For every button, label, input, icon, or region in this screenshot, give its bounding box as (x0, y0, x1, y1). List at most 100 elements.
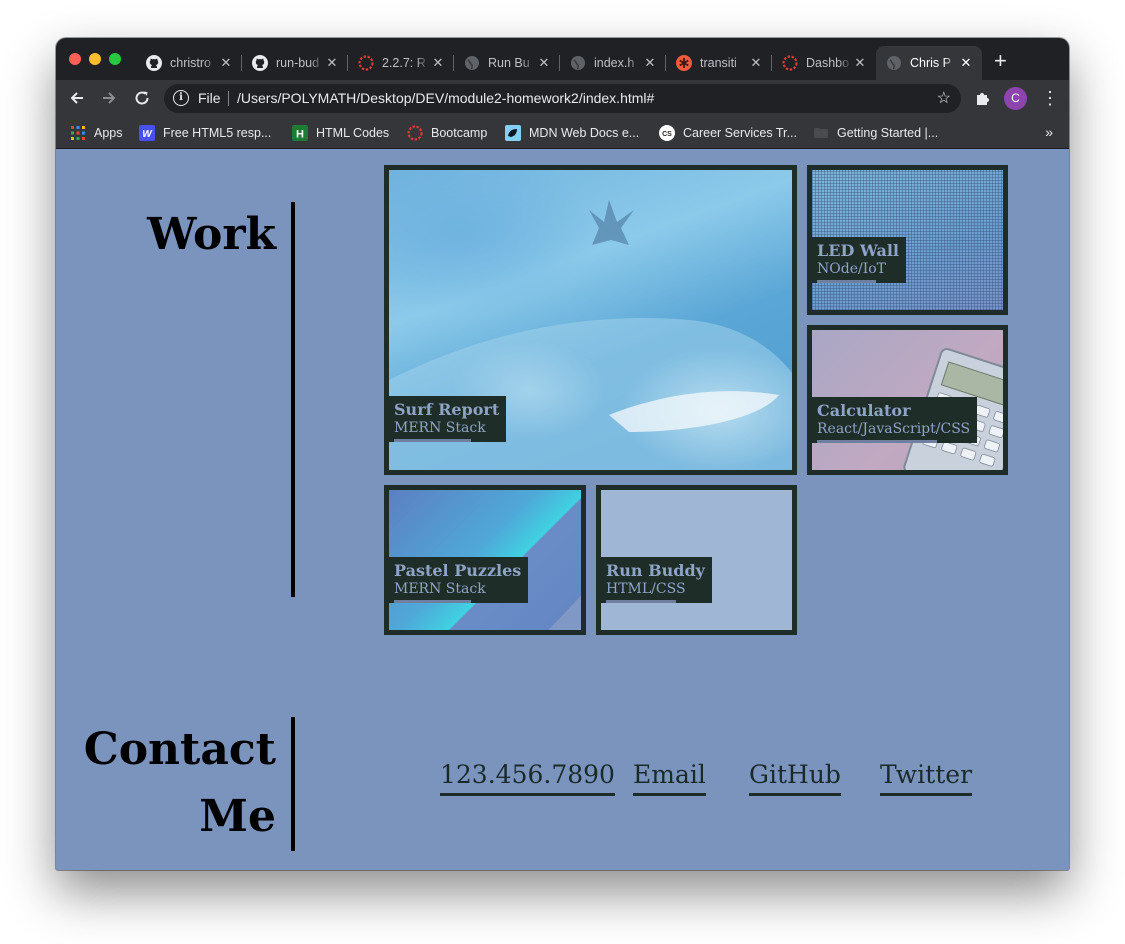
bookmark-label: Free HTML5 resp... (163, 126, 272, 140)
tab-title: christro (170, 56, 211, 70)
project-caption: LED Wall NOde/IoT (812, 237, 906, 283)
browser-tab[interactable]: christro ✕ (136, 46, 242, 80)
close-tab-icon[interactable]: ✕ (748, 55, 764, 71)
close-tab-icon[interactable]: ✕ (536, 55, 552, 71)
minimize-window-button[interactable] (89, 53, 101, 65)
new-tab-button[interactable]: + (994, 50, 1007, 72)
browser-tab[interactable]: Run Bu ✕ (454, 46, 560, 80)
site-info-icon[interactable]: i (173, 90, 189, 106)
cs-icon: CS (659, 125, 675, 141)
close-tab-icon[interactable]: ✕ (852, 55, 868, 71)
project-caption: Calculator React/JavaScript/CSS (812, 397, 978, 443)
contact-heading: Contact Me (84, 716, 276, 850)
w-icon: W (139, 125, 155, 141)
project-title: Calculator (817, 401, 911, 420)
browser-tab-active[interactable]: Chris P ✕ (876, 46, 982, 80)
project-stack: NOde/IoT (817, 261, 886, 277)
globe-icon (570, 55, 586, 71)
tab-title: Chris P (910, 56, 951, 70)
zoom-window-button[interactable] (109, 53, 121, 65)
bookmark-apps[interactable]: Apps (70, 117, 123, 149)
close-tab-icon[interactable]: ✕ (430, 55, 446, 71)
project-title: Pastel Puzzles (394, 561, 522, 580)
browser-tab[interactable]: 2.2.7: R ✕ (348, 46, 454, 80)
h-icon: H (292, 125, 308, 141)
tab-title: run-bud (276, 56, 320, 70)
close-tab-icon[interactable]: ✕ (218, 55, 234, 71)
project-tile-led-wall[interactable]: LED Wall NOde/IoT (807, 165, 1008, 315)
address-divider (228, 91, 229, 106)
url-text[interactable]: /Users/POLYMATH/Desktop/DEV/module2-home… (237, 90, 654, 106)
bookmark-item[interactable]: W Free HTML5 resp... (139, 117, 271, 149)
bookmark-label: Career Services Tr... (683, 126, 797, 140)
profile-avatar[interactable]: C (1004, 87, 1027, 110)
apps-grid-icon (70, 125, 86, 141)
address-bar[interactable]: i File /Users/POLYMATH/Desktop/DEV/modul… (164, 84, 961, 113)
project-title: Surf Report (394, 400, 500, 419)
email-link[interactable]: Email (633, 759, 706, 796)
asterisk-icon (676, 55, 692, 71)
project-tile-calculator[interactable]: Calculator React/JavaScript/CSS (807, 325, 1008, 475)
project-tile-pastel-puzzles[interactable]: Pastel Puzzles MERN Stack (384, 485, 586, 635)
contact-heading-line: Contact (83, 724, 276, 775)
project-tile-run-buddy[interactable]: Run Buddy HTML/CSS (596, 485, 797, 635)
extensions-puzzle-icon[interactable] (974, 89, 992, 107)
caption-underline (606, 600, 676, 603)
project-caption: Run Buddy HTML/CSS (601, 557, 712, 603)
forward-arrow-icon[interactable] (98, 87, 120, 109)
scheme-label: File (198, 90, 221, 106)
reload-icon[interactable] (131, 87, 153, 109)
github-icon (146, 55, 162, 71)
tab-strip: christro ✕ run-bud ✕ 2.2.7: R ✕ Run Bu ✕… (56, 38, 1069, 80)
close-window-button[interactable] (69, 53, 81, 65)
phone-link[interactable]: 123.456.7890 (440, 759, 615, 796)
browser-tab[interactable]: Dashbo ✕ (772, 46, 876, 80)
globe-icon (886, 55, 902, 71)
bookmark-item[interactable]: MDN Web Docs e... (505, 117, 639, 149)
bookmark-label: HTML Codes (316, 126, 390, 140)
project-stack: MERN Stack (394, 420, 486, 436)
browser-tab[interactable]: transiti ✕ (666, 46, 772, 80)
more-bookmarks-icon[interactable]: » (1045, 124, 1053, 140)
twitter-link[interactable]: Twitter (880, 759, 973, 796)
project-stack: MERN Stack (394, 581, 486, 597)
folder-icon (813, 125, 829, 141)
bookmark-label: Apps (94, 126, 123, 140)
caption-underline (394, 600, 471, 603)
bookmark-label: Bootcamp (431, 126, 488, 140)
github-icon (252, 55, 268, 71)
svg-text:W: W (142, 129, 153, 140)
close-tab-icon[interactable]: ✕ (642, 55, 658, 71)
bookmark-item[interactable]: CS Career Services Tr... (659, 117, 797, 149)
svg-text:H: H (296, 129, 304, 141)
bookmark-item[interactable]: Getting Started |... (813, 117, 938, 149)
close-tab-icon[interactable]: ✕ (958, 55, 974, 71)
caption-underline (394, 439, 471, 442)
tab-title: index.h (594, 56, 635, 70)
back-arrow-icon[interactable] (66, 87, 88, 109)
bookmark-item[interactable]: H HTML Codes (292, 117, 389, 149)
browser-tab[interactable]: run-bud ✕ (242, 46, 348, 80)
tab-title: Dashbo (806, 56, 850, 70)
work-divider-line (291, 202, 295, 597)
bookmark-label: MDN Web Docs e... (529, 126, 640, 140)
page-content: Work Surf Report MERN Stack LED Wall NOd… (56, 149, 1069, 870)
browser-window: christro ✕ run-bud ✕ 2.2.7: R ✕ Run Bu ✕… (56, 38, 1069, 870)
contact-divider-line (291, 717, 295, 851)
globe-icon (464, 55, 480, 71)
github-link[interactable]: GitHub (749, 759, 841, 796)
bootcamp-icon (358, 55, 374, 71)
close-tab-icon[interactable]: ✕ (324, 55, 340, 71)
browser-tab[interactable]: index.h ✕ (560, 46, 666, 80)
bookmark-label: Getting Started |... (837, 126, 939, 140)
bookmark-item[interactable]: Bootcamp (407, 117, 487, 149)
project-tile-surf-report[interactable]: Surf Report MERN Stack (384, 165, 797, 475)
project-stack: HTML/CSS (606, 581, 686, 597)
bootcamp-icon (407, 125, 423, 141)
bookmark-star-icon[interactable]: ☆ (937, 88, 951, 108)
project-title: Run Buddy (606, 561, 705, 580)
mdn-icon (505, 125, 521, 141)
caption-underline (817, 280, 876, 283)
browser-menu-icon[interactable]: ⋮ (1041, 87, 1059, 109)
caption-underline (817, 440, 937, 443)
